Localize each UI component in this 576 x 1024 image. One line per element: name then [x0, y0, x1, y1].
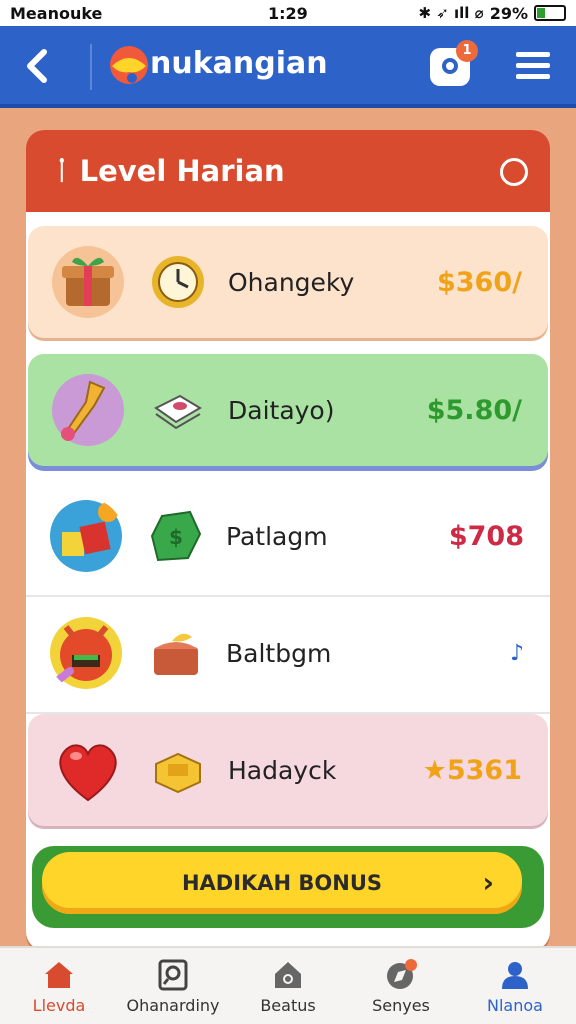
list-item[interactable]: Ohangeky $360/ — [28, 226, 548, 338]
nav-item-house[interactable]: Beatus — [233, 958, 343, 1024]
back-button[interactable] — [20, 46, 56, 86]
profile-icon — [502, 962, 528, 989]
gift-box-icon — [52, 246, 124, 318]
nav-item-profile[interactable]: Nlanoa — [460, 958, 570, 1024]
battery-icon — [534, 5, 566, 21]
nav-item-search[interactable]: Ohanardiny — [118, 958, 228, 1024]
gold-box-icon — [155, 752, 201, 794]
item-name: Patlagm — [226, 521, 328, 551]
list-item[interactable]: Daitayo) $5.80/ — [28, 354, 548, 466]
nav-item-home[interactable]: Llevda — [4, 958, 114, 1024]
wand-icon — [52, 374, 124, 446]
svg-text:$: $ — [169, 525, 183, 549]
nav-label: Beatus — [260, 996, 316, 1015]
battery-percent: 29% — [489, 3, 528, 23]
toy-blocks-icon — [50, 500, 122, 572]
camera-icon — [442, 58, 458, 74]
status-time: 1:29 — [268, 3, 308, 23]
heart-icon — [59, 744, 117, 802]
monster-icon — [48, 617, 122, 689]
appbar-divider — [90, 44, 92, 90]
flame-icon: ᛙ — [54, 156, 70, 186]
nav-label: Llevda — [32, 996, 86, 1015]
money-icon: $ — [150, 510, 202, 562]
notification-badge: 1 — [456, 40, 478, 62]
app-title: nukangian — [150, 46, 328, 81]
chevron-left-icon — [27, 49, 47, 83]
bottom-navigation: Llevda Ohanardiny Beatus Senyes Nlanoa — [0, 946, 576, 1024]
music-note-icon: ♪ — [509, 640, 524, 666]
carrier-name: Meanouke — [10, 3, 103, 23]
item-price: ★5361 — [422, 754, 522, 786]
status-glyphs: ✱ ➶ ıll ⌀ — [418, 4, 484, 22]
item-price: $708 — [448, 520, 524, 552]
brand-logo-icon — [110, 46, 148, 84]
list-item[interactable]: Hadayck ★5361 — [28, 714, 548, 826]
info-circle-icon[interactable] — [500, 158, 528, 186]
list-item[interactable]: $ Patlagm $708 — [26, 480, 550, 592]
papers-icon — [154, 394, 202, 430]
item-name: Hadayck — [228, 755, 337, 785]
item-name: Ohangeky — [228, 267, 355, 297]
item-name: Baltbgm — [226, 638, 332, 668]
bonus-label: HADIKAH BONUS — [181, 871, 383, 895]
menu-button[interactable] — [516, 52, 550, 82]
home-icon — [45, 962, 73, 988]
item-price: $360/ — [436, 266, 522, 298]
house-icon — [275, 962, 301, 988]
app-bar: nukangian 1 — [0, 26, 576, 108]
chevron-right-icon: › — [482, 866, 494, 899]
nav-label: Nlanoa — [487, 996, 543, 1015]
status-bar: Meanouke 1:29 ✱ ➶ ıll ⌀ 29% — [0, 0, 576, 26]
nav-label: Ohanardiny — [126, 996, 220, 1015]
compass-icon — [387, 959, 417, 989]
item-price: $5.80/ — [426, 394, 522, 426]
search-card-icon — [158, 959, 188, 991]
treasure-box-icon — [154, 633, 198, 675]
nav-item-compass[interactable]: Senyes — [346, 958, 456, 1024]
bonus-container: HADIKAH BONUS › — [32, 846, 544, 928]
panel-title: Level Harian — [79, 154, 285, 188]
bonus-button[interactable]: HADIKAH BONUS › — [42, 852, 522, 914]
level-panel: ᛙ Level Harian Ohangeky $360/ Daitayo) $… — [26, 130, 550, 950]
nav-label: Senyes — [372, 996, 430, 1015]
item-name: Daitayo) — [228, 395, 335, 425]
status-icons: ✱ ➶ ıll ⌀ 29% — [418, 4, 566, 23]
list-item[interactable]: Baltbgm ♪ — [26, 597, 550, 709]
panel-header: ᛙ Level Harian — [26, 130, 550, 212]
clock-icon — [152, 256, 204, 308]
